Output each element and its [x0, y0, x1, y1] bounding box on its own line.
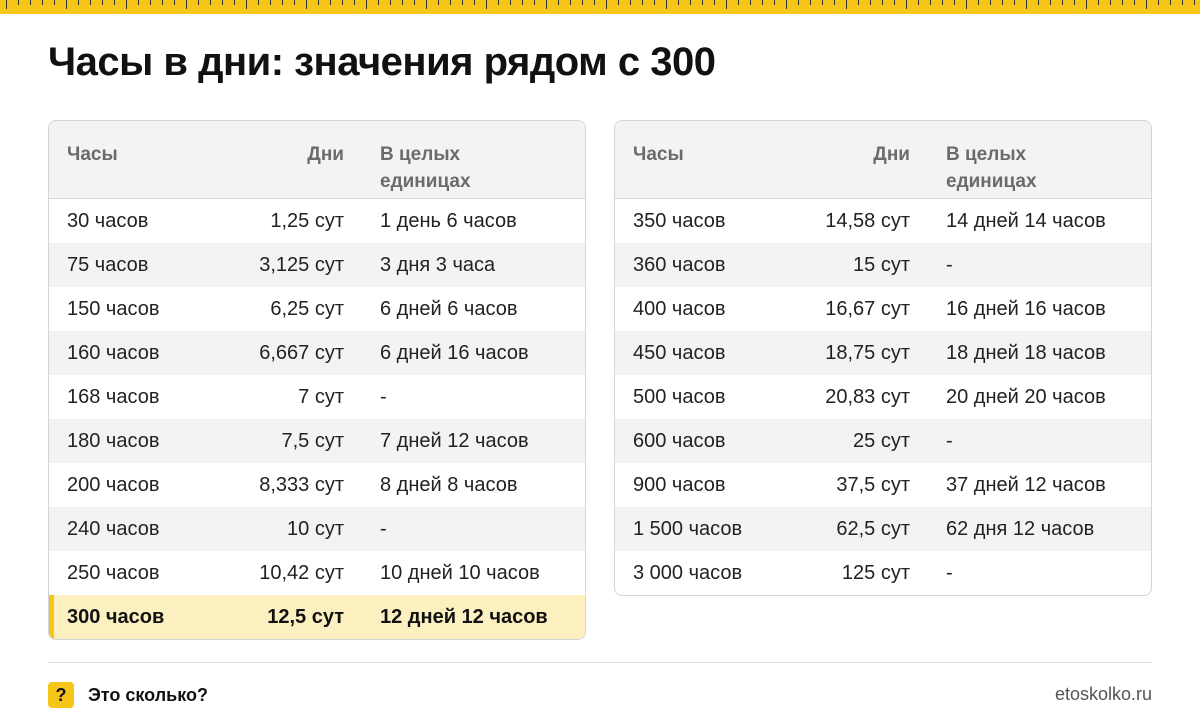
table-right: Часы Дни В целых единицах 350 часов 14,58… [614, 120, 1152, 596]
cell-whole-units: 20 дней 20 часов [946, 385, 1106, 408]
cell-hours: 200 часов [67, 473, 160, 496]
cell-days: 1,25 сут [270, 209, 344, 232]
cell-whole-units: 7 дней 12 часов [380, 429, 529, 452]
footer-divider [48, 662, 1152, 663]
cell-days: 10 сут [287, 517, 344, 540]
table-row: 600 часов 25 сут - [615, 419, 1151, 463]
cell-hours: 75 часов [67, 253, 149, 276]
cell-whole-units: - [946, 561, 953, 584]
table-row: 360 часов 15 сут - [615, 243, 1151, 287]
cell-whole-units: - [946, 253, 953, 276]
cell-whole-units: 18 дней 18 часов [946, 341, 1106, 364]
table-row: 30 часов 1,25 сут 1 день 6 часов [49, 199, 585, 243]
cell-whole-units: 16 дней 16 часов [946, 297, 1106, 320]
page-title: Часы в дни: значения рядом с 300 [48, 40, 716, 84]
cell-hours: 240 часов [67, 517, 160, 540]
table-row: 400 часов 16,67 сут 16 дней 16 часов [615, 287, 1151, 331]
table-row: 180 часов 7,5 сут 7 дней 12 часов [49, 419, 585, 463]
cell-days: 6,667 сут [259, 341, 344, 364]
cell-days: 37,5 сут [836, 473, 910, 496]
table-row: 500 часов 20,83 сут 20 дней 20 часов [615, 375, 1151, 419]
cell-days: 20,83 сут [825, 385, 910, 408]
cell-hours: 900 часов [633, 473, 726, 496]
cell-whole-units: - [946, 429, 953, 452]
cell-whole-units: 1 день 6 часов [380, 209, 517, 232]
cell-hours: 160 часов [67, 341, 160, 364]
table-row-highlighted: 300 часов 12,5 сут 12 дней 12 часов [49, 595, 585, 639]
cell-days: 125 сут [841, 561, 910, 584]
table-row: 200 часов 8,333 сут 8 дней 8 часов [49, 463, 585, 507]
cell-days: 7 сут [298, 385, 344, 408]
table-header: Часы Дни В целых единицах [615, 121, 1151, 199]
table-row: 3 000 часов 125 сут - [615, 551, 1151, 595]
header-whole-units: В целых единицах [380, 144, 471, 192]
brand-name: Это сколько? [88, 684, 208, 705]
ruler-decoration [0, 0, 1200, 14]
cell-hours: 168 часов [67, 385, 160, 408]
cell-whole-units: 3 дня 3 часа [380, 253, 496, 276]
site-url[interactable]: etoskolko.ru [1055, 684, 1152, 705]
cell-hours: 30 часов [67, 209, 149, 232]
cell-days: 16,67 сут [825, 297, 910, 320]
cell-days: 3,125 сут [259, 253, 344, 276]
cell-hours: 360 часов [633, 253, 726, 276]
cell-days: 7,5 сут [281, 429, 344, 452]
question-mark-icon: ? [48, 682, 74, 708]
cell-hours: 300 часов [67, 605, 165, 628]
cell-days: 8,333 сут [259, 473, 344, 496]
table-row: 350 часов 14,58 сут 14 дней 14 часов [615, 199, 1151, 243]
cell-days: 62,5 сут [836, 517, 910, 540]
cell-hours: 150 часов [67, 297, 160, 320]
table-row: 75 часов 3,125 сут 3 дня 3 часа [49, 243, 585, 287]
table-header: Часы Дни В целых единицах [49, 121, 585, 199]
cell-hours: 600 часов [633, 429, 726, 452]
cell-days: 6,25 сут [270, 297, 344, 320]
header-whole-units: В целых единицах [946, 144, 1037, 192]
header-days: Дни [307, 144, 344, 165]
table-row: 240 часов 10 сут - [49, 507, 585, 551]
cell-whole-units: 37 дней 12 часов [946, 473, 1106, 496]
cell-whole-units: 12 дней 12 часов [380, 605, 548, 628]
cell-days: 18,75 сут [825, 341, 910, 364]
cell-days: 15 сут [853, 253, 910, 276]
cell-whole-units: 62 дня 12 часов [946, 517, 1095, 540]
table-row: 168 часов 7 сут - [49, 375, 585, 419]
table-row: 450 часов 18,75 сут 18 дней 18 часов [615, 331, 1151, 375]
cell-days: 14,58 сут [825, 209, 910, 232]
cell-whole-units: - [380, 385, 387, 408]
cell-hours: 1 500 часов [633, 517, 743, 540]
table-left: Часы Дни В целых единицах 30 часов 1,25 с… [48, 120, 586, 640]
cell-days: 12,5 сут [267, 605, 344, 628]
cell-whole-units: 6 дней 16 часов [380, 341, 529, 364]
table-row: 250 часов 10,42 сут 10 дней 10 часов [49, 551, 585, 595]
cell-hours: 350 часов [633, 209, 726, 232]
cell-whole-units: 8 дней 8 часов [380, 473, 518, 496]
cell-hours: 180 часов [67, 429, 160, 452]
header-hours: Часы [633, 144, 684, 165]
cell-hours: 250 часов [67, 561, 160, 584]
table-row: 900 часов 37,5 сут 37 дней 12 часов [615, 463, 1151, 507]
cell-hours: 400 часов [633, 297, 726, 320]
table-row: 1 500 часов 62,5 сут 62 дня 12 часов [615, 507, 1151, 551]
cell-whole-units: 10 дней 10 часов [380, 561, 540, 584]
cell-hours: 500 часов [633, 385, 726, 408]
cell-whole-units: 6 дней 6 часов [380, 297, 518, 320]
header-hours: Часы [67, 144, 118, 165]
cell-whole-units: 14 дней 14 часов [946, 209, 1106, 232]
cell-days: 10,42 сут [259, 561, 344, 584]
cell-whole-units: - [380, 517, 387, 540]
table-row: 160 часов 6,667 сут 6 дней 16 часов [49, 331, 585, 375]
cell-hours: 450 часов [633, 341, 726, 364]
cell-days: 25 сут [853, 429, 910, 452]
header-days: Дни [873, 144, 910, 165]
footer-brand: ? Это сколько? [48, 682, 208, 708]
table-row: 150 часов 6,25 сут 6 дней 6 часов [49, 287, 585, 331]
cell-hours: 3 000 часов [633, 561, 743, 584]
